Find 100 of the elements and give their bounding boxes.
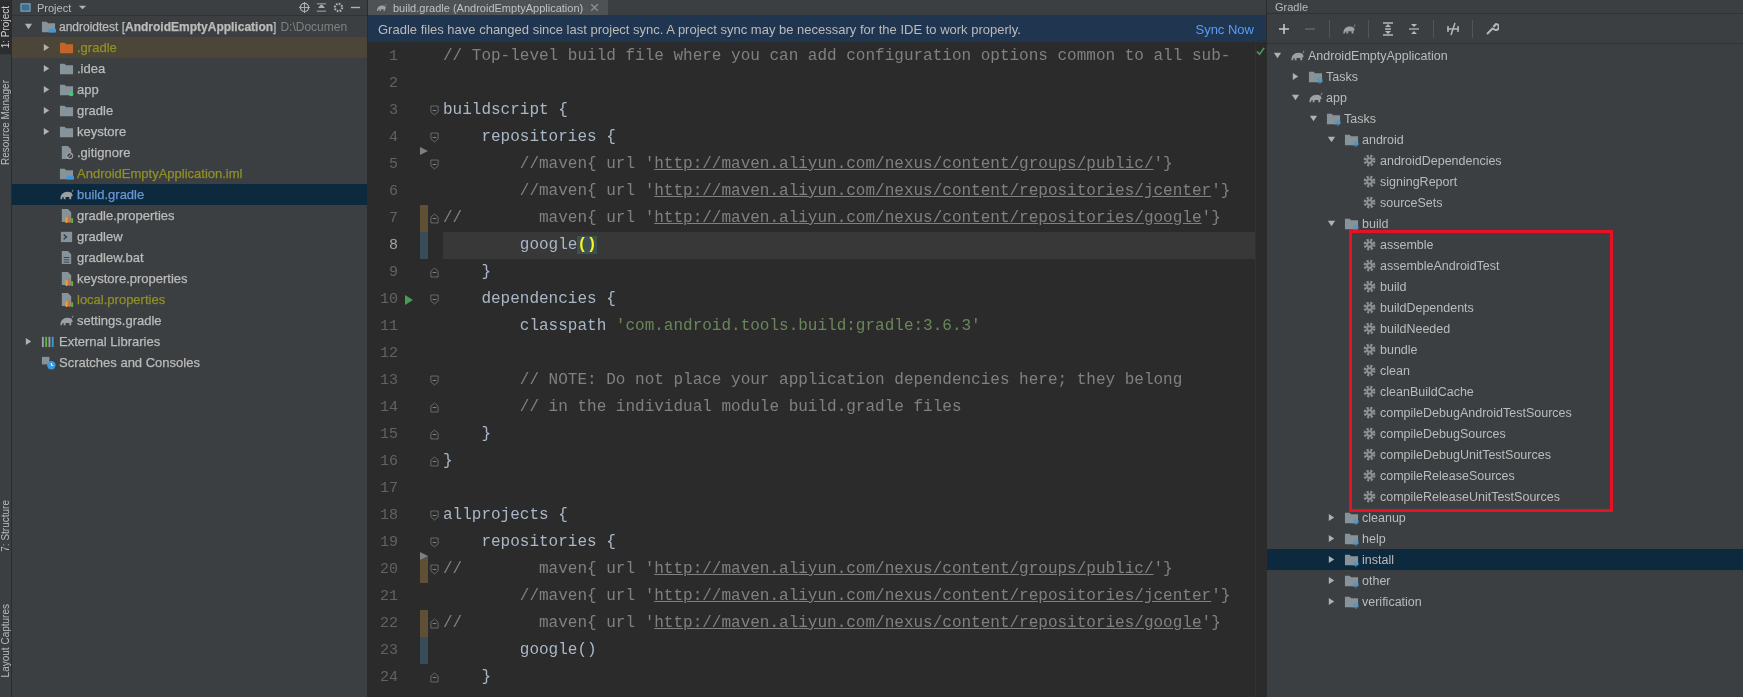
- tree-item[interactable]: sourceSets: [1267, 192, 1743, 213]
- tree-item[interactable]: .gitignore: [12, 142, 367, 163]
- target-icon[interactable]: [299, 2, 310, 13]
- fold-marker-icon[interactable]: [429, 375, 439, 386]
- tree-item[interactable]: .gradle: [12, 37, 367, 58]
- tree-item[interactable]: bundle: [1267, 339, 1743, 360]
- expand-arrow-icon[interactable]: [42, 106, 51, 115]
- expand-arrow-icon[interactable]: [1273, 51, 1282, 60]
- tree-item[interactable]: gradle.properties: [12, 205, 367, 226]
- change-marker[interactable]: [420, 556, 428, 583]
- fold-marker-icon[interactable]: [429, 564, 439, 575]
- tree-item[interactable]: compileReleaseSources: [1267, 465, 1743, 486]
- code-link[interactable]: http://maven.aliyun.com/nexus/content/groups/public/: [654, 155, 1154, 173]
- editor-tab[interactable]: build.gradle (AndroidEmptyApplication): [368, 0, 609, 15]
- offline-toggle-icon[interactable]: [1446, 21, 1460, 36]
- fold-marker-icon[interactable]: [429, 537, 439, 548]
- tool-window-tab[interactable]: Resource Manager: [0, 74, 11, 172]
- fold-marker-icon[interactable]: [429, 159, 439, 170]
- code-link[interactable]: http://maven.aliyun.com/nexus/content/repositories/jcenter: [654, 182, 1212, 200]
- tree-item[interactable]: app: [12, 79, 367, 100]
- tree-item[interactable]: AndroidEmptyApplication: [1267, 45, 1743, 66]
- tree-item[interactable]: gradlew: [12, 226, 367, 247]
- change-marker[interactable]: [420, 637, 428, 664]
- fold-marker-icon[interactable]: [429, 267, 439, 278]
- plus-icon[interactable]: [1277, 21, 1291, 36]
- expand-arrow-icon[interactable]: [1327, 219, 1336, 228]
- expand-arrow-icon[interactable]: [1327, 597, 1336, 606]
- tree-item[interactable]: cleanup: [1267, 507, 1743, 528]
- tree-item[interactable]: AndroidEmptyApplication.iml: [12, 163, 367, 184]
- fold-marker-icon[interactable]: [429, 132, 439, 143]
- expand-arrow-icon[interactable]: [1327, 534, 1336, 543]
- tree-item[interactable]: build: [1267, 276, 1743, 297]
- tree-item[interactable]: settings.gradle: [12, 310, 367, 331]
- tree-item[interactable]: clean: [1267, 360, 1743, 381]
- fold-marker-icon[interactable]: [429, 429, 439, 440]
- change-marker[interactable]: [420, 610, 428, 637]
- tree-item[interactable]: gradlew.bat: [12, 247, 367, 268]
- tree-item[interactable]: Tasks: [1267, 108, 1743, 129]
- fold-marker-icon[interactable]: [429, 294, 439, 305]
- tree-item[interactable]: assemble: [1267, 234, 1743, 255]
- tree-item[interactable]: compileDebugAndroidTestSources: [1267, 402, 1743, 423]
- sync-now-link[interactable]: Sync Now: [1195, 21, 1254, 37]
- tree-item[interactable]: help: [1267, 528, 1743, 549]
- tree-item[interactable]: External Libraries: [12, 331, 367, 352]
- tree-item[interactable]: install: [1267, 549, 1743, 570]
- expand-arrow-icon[interactable]: [1327, 555, 1336, 564]
- tree-item[interactable]: keystore: [12, 121, 367, 142]
- expand-arrow-icon[interactable]: [1309, 114, 1318, 123]
- tree-item[interactable]: android: [1267, 129, 1743, 150]
- expand-arrow-icon[interactable]: [1327, 576, 1336, 585]
- deleted-lines-marker[interactable]: [420, 147, 428, 155]
- tree-item[interactable]: cleanBuildCache: [1267, 381, 1743, 402]
- expand-arrow-icon[interactable]: [24, 22, 33, 31]
- tree-item[interactable]: gradle: [12, 100, 367, 121]
- tree-item[interactable]: compileReleaseUnitTestSources: [1267, 486, 1743, 507]
- fold-marker-icon[interactable]: [429, 618, 439, 629]
- fold-marker-icon[interactable]: [429, 213, 439, 224]
- tree-item[interactable]: build: [1267, 213, 1743, 234]
- run-icon[interactable]: [404, 293, 414, 306]
- fold-marker-icon[interactable]: [429, 672, 439, 683]
- tree-item[interactable]: build.gradle: [12, 184, 367, 205]
- code-link[interactable]: http://maven.aliyun.com/nexus/content/groups/public/: [654, 560, 1154, 578]
- fold-marker-icon[interactable]: [429, 402, 439, 413]
- change-marker[interactable]: [420, 232, 428, 259]
- expand-arrow-icon[interactable]: [24, 337, 33, 346]
- check-icon[interactable]: [1256, 47, 1265, 56]
- fold-marker-icon[interactable]: [429, 105, 439, 116]
- tree-item[interactable]: verification: [1267, 591, 1743, 612]
- tree-item[interactable]: signingReport: [1267, 171, 1743, 192]
- wrench-icon[interactable]: [1485, 21, 1499, 36]
- collapse-all-icon[interactable]: [316, 2, 327, 13]
- tree-item[interactable]: compileDebugUnitTestSources: [1267, 444, 1743, 465]
- tree-item[interactable]: local.properties: [12, 289, 367, 310]
- settings-icon[interactable]: [333, 2, 344, 13]
- expand-arrow-icon[interactable]: [1291, 93, 1300, 102]
- change-marker[interactable]: [420, 205, 428, 232]
- tree-item[interactable]: compileDebugSources: [1267, 423, 1743, 444]
- tree-item[interactable]: androidtest [AndroidEmptyApplication] D:\Documen: [12, 16, 367, 37]
- tree-item[interactable]: Scratches and Consoles: [12, 352, 367, 373]
- deleted-lines-marker[interactable]: [420, 552, 428, 560]
- expand-arrow-icon[interactable]: [42, 64, 51, 73]
- expand-all-icon[interactable]: [1381, 21, 1395, 36]
- fold-marker-icon[interactable]: [429, 456, 439, 467]
- panel-title[interactable]: Project: [37, 1, 72, 14]
- code-link[interactable]: http://maven.aliyun.com/nexus/content/repositories/jcenter: [654, 587, 1212, 605]
- tool-window-tab[interactable]: 7: Structure: [0, 493, 11, 558]
- tree-item[interactable]: other: [1267, 570, 1743, 591]
- tree-item[interactable]: keystore.properties: [12, 268, 367, 289]
- code-link[interactable]: http://maven.aliyun.com/nexus/content/repositories/google: [654, 614, 1202, 632]
- tree-item[interactable]: buildDependents: [1267, 297, 1743, 318]
- tree-item[interactable]: androidDependencies: [1267, 150, 1743, 171]
- close-icon[interactable]: [589, 2, 601, 13]
- tree-item[interactable]: .idea: [12, 58, 367, 79]
- expand-arrow-icon[interactable]: [1327, 513, 1336, 522]
- expand-arrow-icon[interactable]: [1327, 135, 1336, 144]
- tree-item[interactable]: buildNeeded: [1267, 318, 1743, 339]
- tool-window-tab[interactable]: Layout Captures: [0, 597, 11, 683]
- tree-item[interactable]: Tasks: [1267, 66, 1743, 87]
- tree-item[interactable]: assembleAndroidTest: [1267, 255, 1743, 276]
- collapse-all-icon[interactable]: [1407, 21, 1421, 36]
